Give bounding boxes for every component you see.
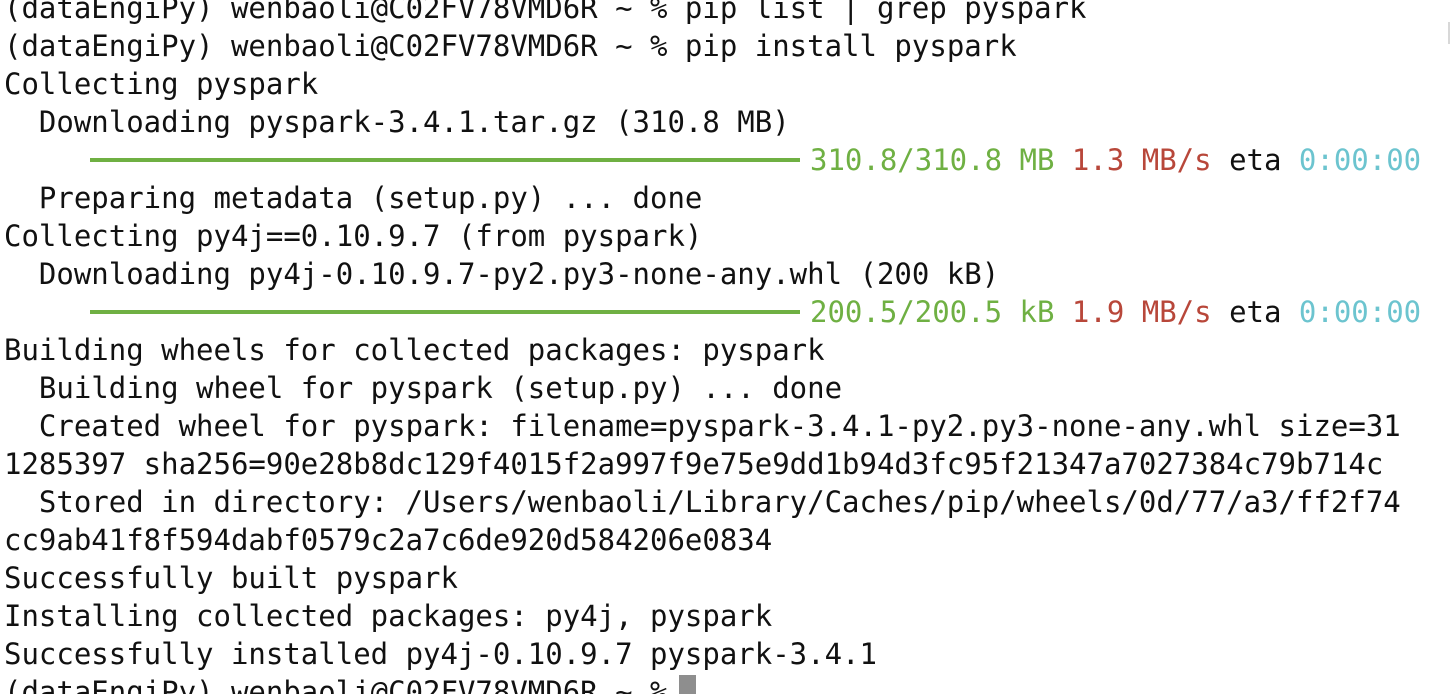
output-line-installing: Installing collected packages: py4j, pys… <box>4 599 773 633</box>
progress-speed: 1.3 MB/s <box>1071 143 1212 177</box>
progress-eta-label: eta <box>1229 143 1282 177</box>
shell-prompt: (dataEngiPy) wenbaoli@C02FV78VMD6R ~ % <box>4 675 668 694</box>
progress-amount: 310.8/310.8 MB <box>810 143 1055 177</box>
progress-line-py4j: 200.5/200.5 kB 1.9 MB/s eta 0:00:00 <box>4 293 1444 331</box>
scrollbar-indicator[interactable] <box>1448 22 1450 44</box>
progress-amount: 200.5/200.5 kB <box>810 295 1055 329</box>
text-cursor <box>679 675 697 694</box>
terminal-window[interactable]: (dataEngiPy) wenbaoli@C02FV78VMD6R ~ % p… <box>0 0 1452 694</box>
command-text: pip install pyspark <box>684 29 1017 63</box>
output-line-installed: Successfully installed py4j-0.10.9.7 pys… <box>4 637 877 671</box>
progress-bar-pyspark <box>90 158 800 162</box>
current-prompt-line[interactable]: (dataEngiPy) wenbaoli@C02FV78VMD6R ~ % <box>4 673 1444 694</box>
output-line-download-pyspark: Downloading pyspark-3.4.1.tar.gz (310.8 … <box>4 105 790 139</box>
output-line-download-py4j: Downloading py4j-0.10.9.7-py2.py3-none-a… <box>4 257 1000 291</box>
progress-eta-value: 0:00:00 <box>1298 295 1422 329</box>
progress-eta-value: 0:00:00 <box>1298 143 1422 177</box>
progress-line-pyspark: 310.8/310.8 MB 1.3 MB/s eta 0:00:00 <box>4 141 1444 179</box>
output-line-collect-pyspark: Collecting pyspark <box>4 67 319 101</box>
shell-prompt: (dataEngiPy) wenbaoli@C02FV78VMD6R ~ % <box>4 29 685 63</box>
progress-bar-py4j <box>90 310 800 314</box>
progress-eta-label: eta <box>1229 295 1282 329</box>
output-line-stored-directory: Stored in directory: /Users/wenbaoli/Lib… <box>4 485 1401 519</box>
progress-bar-fill <box>90 310 800 314</box>
progress-speed: 1.9 MB/s <box>1071 295 1212 329</box>
output-line-stored-directory-cont: cc9ab41f8f594dabf0579c2a7c6de920d584206e… <box>4 523 773 557</box>
output-line-created-wheel-cont: 1285397 sha256=90e28b8dc129f4015f2a997f9… <box>4 447 1384 481</box>
progress-bar-fill <box>90 158 800 162</box>
terminal-output: (dataEngiPy) wenbaoli@C02FV78VMD6R ~ % p… <box>4 0 1444 694</box>
command-line: (dataEngiPy) wenbaoli@C02FV78VMD6R ~ % p… <box>4 27 1444 65</box>
output-line-built: Successfully built pyspark <box>4 561 458 595</box>
partial-previous-line: (dataEngiPy) wenbaoli@C02FV78VMD6R ~ % p… <box>4 0 1087 25</box>
output-line-created-wheel: Created wheel for pyspark: filename=pysp… <box>4 409 1401 443</box>
